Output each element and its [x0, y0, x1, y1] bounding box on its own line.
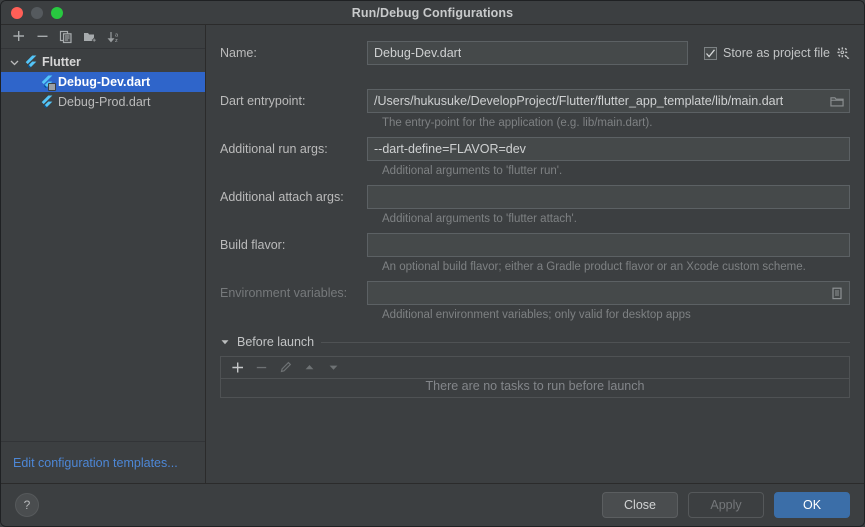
environment-variables-label: Environment variables: — [220, 286, 348, 300]
before-launch-toolbar — [221, 357, 849, 379]
run-debug-configurations-dialog: Run/Debug Configurations a z Flutter Deb… — [0, 0, 865, 527]
tree-group-flutter[interactable]: Flutter — [1, 52, 205, 72]
additional-attach-args-hint: Additional arguments to 'flutter attach'… — [382, 213, 577, 225]
gear-icon[interactable] — [836, 46, 850, 60]
name-label: Name: — [220, 46, 257, 60]
window-controls — [1, 6, 63, 19]
tree-item-label: Debug-Dev.dart — [58, 75, 151, 89]
sort-configurations-button[interactable]: a z — [103, 27, 125, 47]
add-configuration-button[interactable] — [7, 27, 29, 47]
additional-attach-args-input[interactable] — [367, 185, 850, 209]
store-as-project-file-checkbox[interactable] — [704, 46, 717, 60]
name-input-value: Debug-Dev.dart — [374, 46, 462, 60]
tree-item-debug-dev[interactable]: Debug-Dev.dart — [1, 72, 205, 92]
svg-text:z: z — [115, 38, 118, 44]
configurations-toolbar: a z — [1, 25, 205, 49]
ok-button[interactable]: OK — [774, 492, 850, 518]
remove-task-button[interactable] — [250, 358, 272, 378]
edit-configuration-templates-link[interactable]: Edit configuration templates... — [13, 456, 178, 470]
remove-configuration-button[interactable] — [31, 27, 53, 47]
left-panel-footer: Edit configuration templates... — [1, 441, 205, 483]
tree-item-label: Debug-Prod.dart — [58, 95, 151, 109]
dart-entrypoint-input[interactable]: /Users/hukusuke/DevelopProject/Flutter/f… — [367, 89, 850, 113]
flutter-icon — [23, 55, 37, 69]
dart-entrypoint-label: Dart entrypoint: — [220, 94, 306, 108]
dialog-body: a z Flutter Debug-Dev.dart Debug-Prod.da… — [1, 25, 864, 484]
environment-variables-hint: Additional environment variables; only v… — [382, 309, 691, 321]
build-flavor-input[interactable] — [367, 233, 850, 257]
before-launch-header[interactable]: Before launch — [220, 335, 850, 349]
flutter-icon — [39, 75, 56, 91]
additional-run-args-value: --dart-define=FLAVOR=dev — [374, 142, 526, 156]
add-task-button[interactable] — [226, 358, 248, 378]
close-button[interactable]: Close — [602, 492, 678, 518]
title-bar: Run/Debug Configurations — [1, 1, 864, 25]
build-flavor-row: Build flavor: — [220, 233, 850, 257]
new-folder-button[interactable] — [79, 27, 101, 47]
tree-group-label: Flutter — [42, 55, 81, 69]
dialog-footer: ? Close Apply OK — [1, 484, 864, 526]
configurations-panel: a z Flutter Debug-Dev.dart Debug-Prod.da… — [1, 25, 206, 483]
build-flavor-hint: An optional build flavor; either a Gradl… — [382, 261, 806, 273]
build-flavor-label: Build flavor: — [220, 238, 286, 252]
move-task-down-button[interactable] — [322, 358, 344, 378]
copy-configuration-button[interactable] — [55, 27, 77, 47]
folder-icon[interactable] — [826, 91, 848, 111]
apply-button[interactable]: Apply — [688, 492, 764, 518]
before-launch-divider — [321, 341, 850, 343]
dart-entrypoint-row: Dart entrypoint: /Users/hukusuke/Develop… — [220, 89, 850, 113]
environment-variables-input[interactable] — [367, 281, 850, 305]
help-button[interactable]: ? — [15, 493, 39, 517]
move-task-up-button[interactable] — [298, 358, 320, 378]
additional-run-args-label: Additional run args: — [220, 142, 328, 156]
configuration-form: Name: Debug-Dev.dart Store as project fi… — [206, 25, 864, 483]
configurations-tree: Flutter Debug-Dev.dart Debug-Prod.dart — [1, 49, 205, 441]
shared-badge-icon — [48, 83, 56, 91]
before-launch-empty-message: There are no tasks to run before launch — [425, 379, 645, 393]
triangle-down-icon[interactable] — [220, 337, 230, 347]
close-window-button[interactable] — [11, 6, 23, 19]
additional-run-args-input[interactable]: --dart-define=FLAVOR=dev — [367, 137, 850, 161]
dialog-buttons: Close Apply OK — [602, 492, 850, 518]
pencil-icon[interactable] — [274, 358, 296, 378]
list-document-icon[interactable] — [826, 283, 848, 303]
name-row: Name: Debug-Dev.dart Store as project fi… — [220, 41, 850, 65]
dart-entrypoint-value: /Users/hukusuke/DevelopProject/Flutter/f… — [374, 94, 784, 108]
chevron-down-icon[interactable] — [7, 58, 21, 67]
flutter-icon — [39, 95, 53, 109]
before-launch-box: There are no tasks to run before launch — [220, 356, 850, 398]
additional-attach-args-row: Additional attach args: — [220, 185, 850, 209]
environment-variables-row: Environment variables: — [220, 281, 850, 305]
additional-run-args-hint: Additional arguments to 'flutter run'. — [382, 165, 563, 177]
store-as-project-file-label: Store as project file — [723, 46, 830, 60]
zoom-window-button[interactable] — [51, 6, 63, 19]
name-input[interactable]: Debug-Dev.dart — [367, 41, 688, 65]
minimize-window-button[interactable] — [31, 6, 43, 19]
store-as-project-file-group: Store as project file — [688, 46, 850, 60]
dialog-title: Run/Debug Configurations — [351, 5, 514, 20]
before-launch-title: Before launch — [237, 335, 315, 349]
additional-run-args-row: Additional run args: --dart-define=FLAVO… — [220, 137, 850, 161]
tree-item-debug-prod[interactable]: Debug-Prod.dart — [1, 92, 205, 112]
additional-attach-args-label: Additional attach args: — [220, 190, 344, 204]
before-launch-section: Before launch There are no tasks to run … — [220, 335, 850, 398]
dart-entrypoint-hint: The entry-point for the application (e.g… — [382, 117, 653, 129]
